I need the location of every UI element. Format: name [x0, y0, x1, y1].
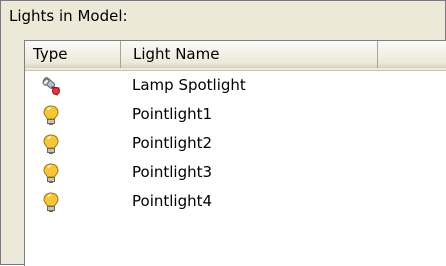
column-header-type[interactable]: Type — [25, 41, 121, 68]
spotlight-icon — [40, 75, 62, 97]
list-item-pointlight1[interactable]: Pointlight1 — [25, 100, 446, 129]
column-header-light-name[interactable]: Light Name — [121, 41, 378, 68]
list-item-pointlight2[interactable]: Pointlight2 — [25, 129, 446, 158]
pointlight-bulb-icon — [40, 133, 62, 155]
list-header: Type Light Name — [25, 41, 446, 71]
group-title: Lights in Model: — [9, 7, 128, 25]
pointlight-bulb-icon — [40, 104, 62, 126]
pointlight-bulb-icon — [40, 162, 62, 184]
light-name: Lamp Spotlight — [132, 76, 246, 94]
list-item-pointlight3[interactable]: Pointlight3 — [25, 158, 446, 187]
list-item-lamp-spotlight[interactable]: Lamp Spotlight — [25, 71, 446, 100]
lights-panel: Lights in Model: Type Light Name Lamp Sp… — [0, 0, 446, 266]
pointlight-bulb-icon — [40, 191, 62, 213]
lights-list[interactable]: Type Light Name Lamp Spotlight Pointligh… — [24, 40, 446, 266]
light-name: Pointlight1 — [132, 105, 213, 123]
light-name: Pointlight3 — [132, 163, 213, 181]
column-header-extra[interactable] — [378, 41, 446, 68]
light-name: Pointlight4 — [132, 192, 213, 210]
list-item-pointlight4[interactable]: Pointlight4 — [25, 187, 446, 216]
light-name: Pointlight2 — [132, 134, 213, 152]
